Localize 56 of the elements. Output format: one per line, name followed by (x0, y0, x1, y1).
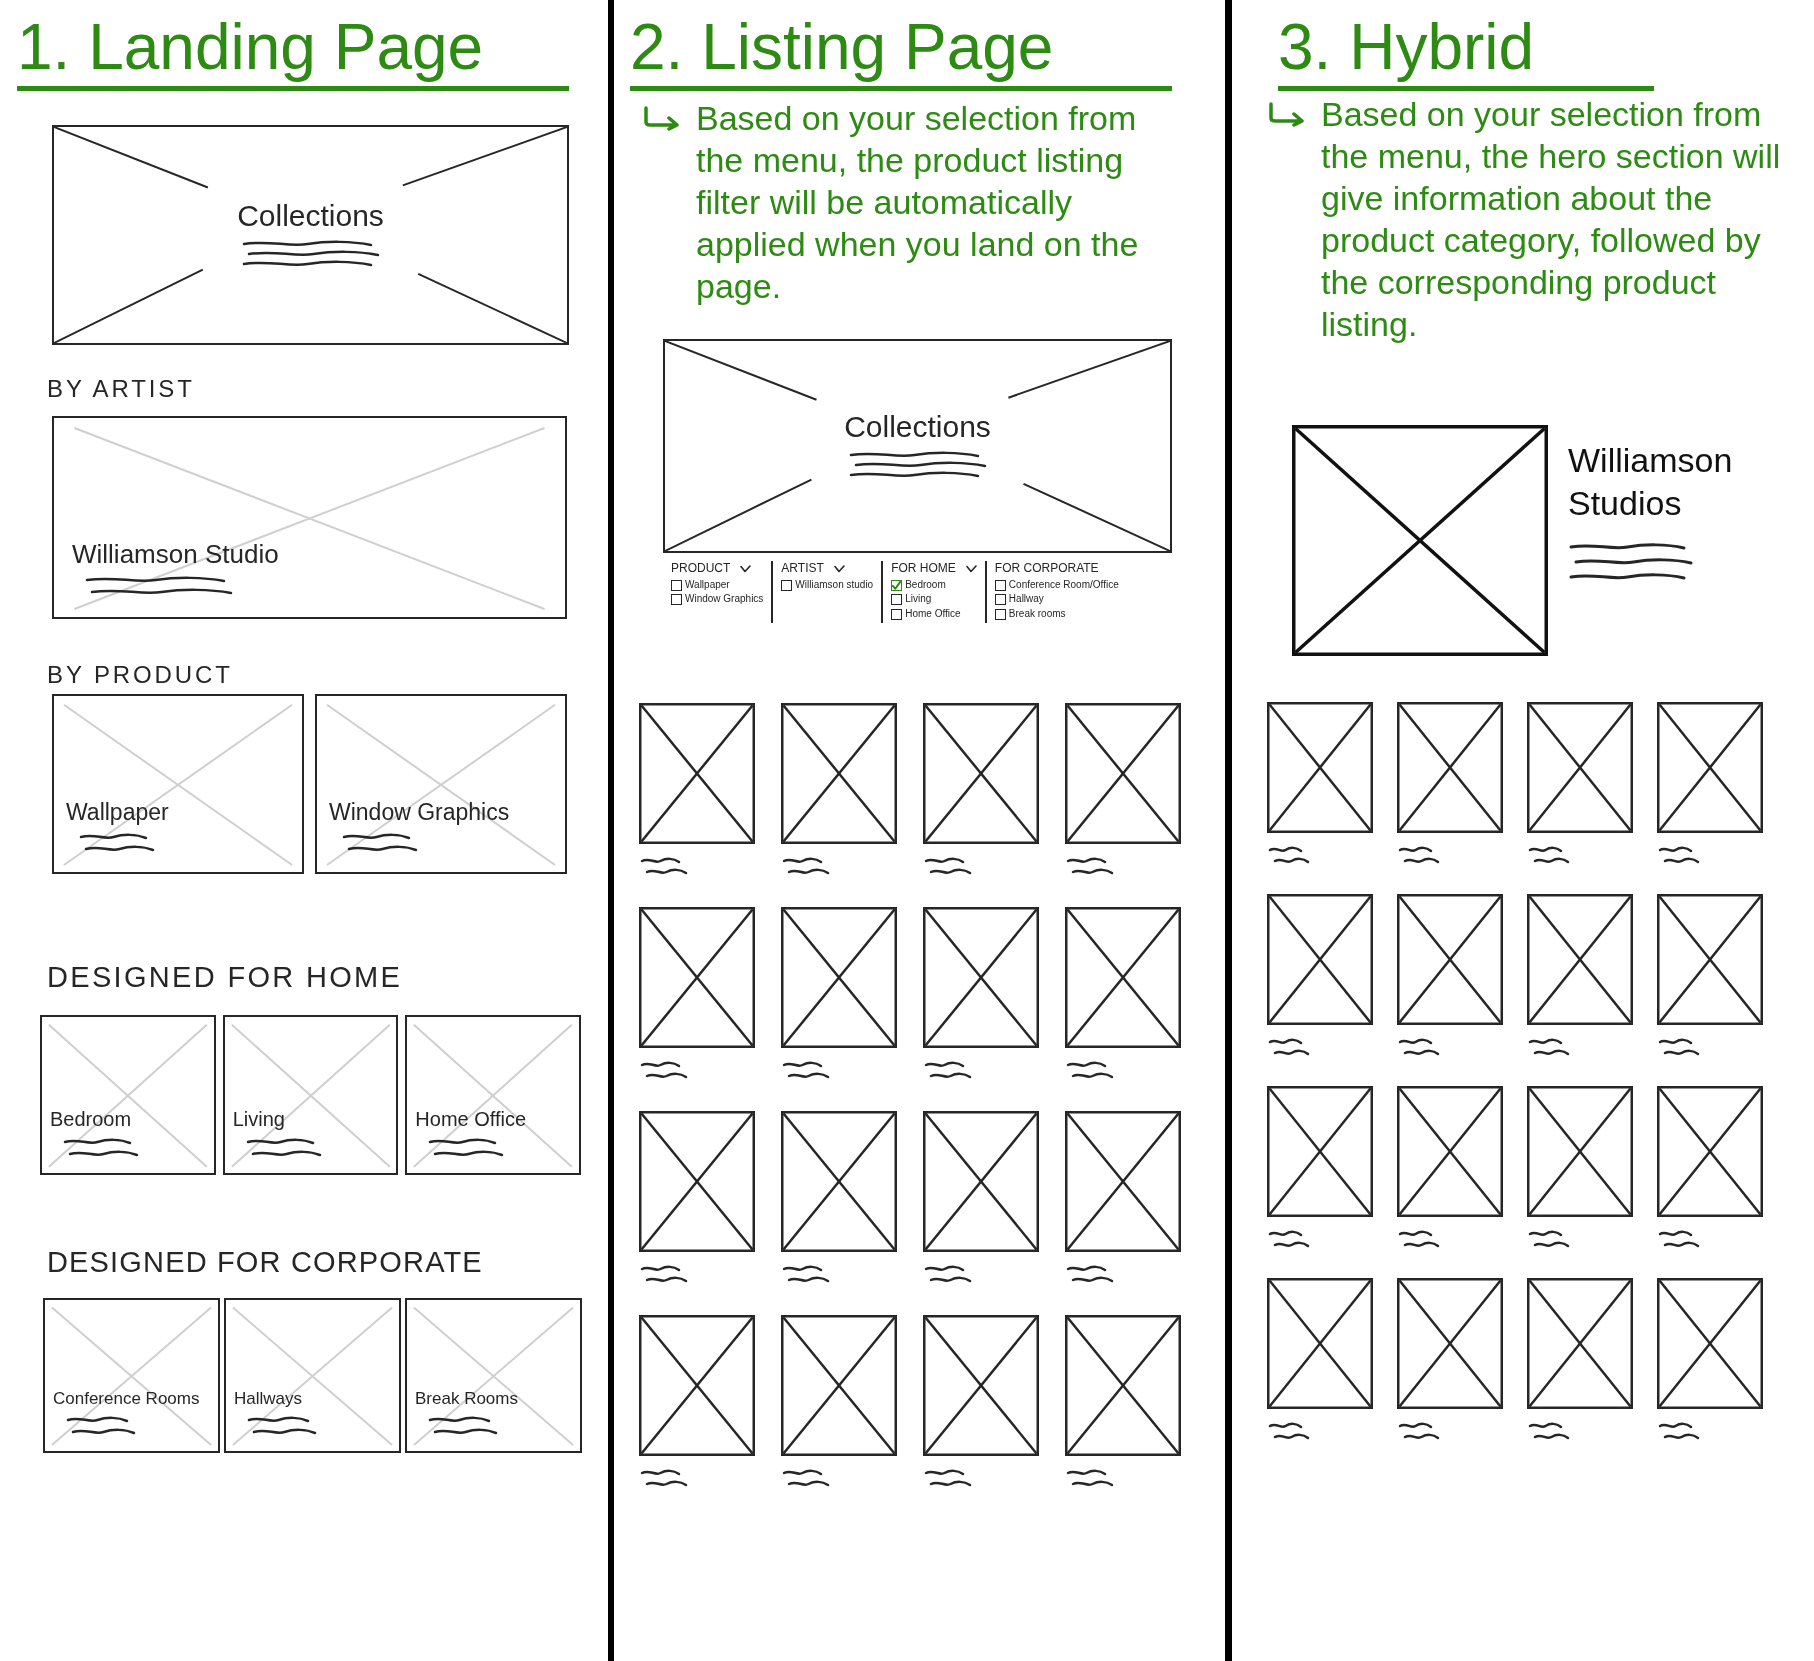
checkbox[interactable] (671, 594, 682, 606)
checkbox[interactable] (891, 594, 903, 606)
squiggle-lines-icon (65, 1414, 137, 1437)
filter-option-label: Conference Room/Office (1008, 579, 1119, 592)
card-label: Home Office (415, 1108, 528, 1129)
hero-label: Collections (844, 412, 991, 443)
filter-heading: FOR CORPORATE (994, 561, 1099, 577)
card-label: Hallways (234, 1389, 304, 1407)
filter-option-label: Home Office (905, 608, 961, 621)
hook-arrow-icon (642, 105, 682, 132)
caret-icon[interactable] (833, 565, 845, 574)
page-title: 3. Hybrid (1278, 12, 1654, 92)
filter-option-label: Window Graphics (685, 593, 764, 606)
caret-icon[interactable] (965, 565, 977, 574)
filter-option-label: Bedroom (905, 579, 946, 592)
filter-heading: FOR HOME (891, 561, 956, 577)
page-title: 1. Landing Page (17, 12, 569, 92)
checkbox[interactable] (781, 579, 793, 591)
squiggle-lines-icon (244, 1136, 323, 1159)
filter-option-label: Living (905, 593, 932, 606)
squiggle-lines-icon (62, 1136, 140, 1159)
hero-label: Collections (237, 201, 384, 232)
filter-heading: ARTIST (781, 561, 824, 577)
filter-option-label: Williamson studio (795, 579, 874, 592)
filter-option-label: Break rooms (1008, 608, 1066, 621)
card-label: Break Rooms (415, 1389, 519, 1407)
checkbox[interactable] (994, 579, 1006, 591)
card-label: Wallpaper (66, 801, 170, 824)
card-label: Williamson Studio (72, 541, 280, 568)
note-text: Based on your selection from the menu, the product listing filter will be automatically applied when you land on the page. (696, 98, 1140, 308)
card-label: Conference Rooms (53, 1389, 201, 1407)
card-label: Living (232, 1108, 286, 1129)
checkbox[interactable] (671, 579, 682, 591)
squiggle-lines-icon (341, 832, 419, 854)
checkbox[interactable] (891, 579, 903, 591)
squiggle-lines-icon (427, 1136, 506, 1159)
section-heading: DESIGNED FOR CORPORATE (47, 1244, 484, 1280)
section-heading: DESIGNED FOR HOME (47, 960, 404, 995)
squiggle-lines-icon (78, 832, 156, 854)
card-label: Bedroom (50, 1108, 133, 1129)
card-label: Window Graphics (329, 801, 511, 824)
filter-option-label: Wallpaper (685, 579, 730, 592)
squiggle-lines-icon (427, 1414, 499, 1437)
hook-arrow-icon (1267, 101, 1307, 128)
hero-title: Williamson Studios (1568, 440, 1734, 524)
filter-heading: PRODUCT (671, 561, 731, 577)
checkbox[interactable] (994, 594, 1006, 606)
page-title: 2. Listing Page (630, 12, 1172, 92)
caret-icon[interactable] (740, 565, 752, 574)
checkbox[interactable] (994, 608, 1006, 620)
note-text: Based on your selection from the menu, the hero section will give information about the product category, followed by the corresponding product listing. (1321, 94, 1782, 346)
checkbox[interactable] (891, 608, 903, 620)
section-heading: BY ARTIST (47, 375, 196, 405)
section-heading: BY PRODUCT (47, 661, 234, 690)
filter-option-label: Hallway (1008, 593, 1044, 606)
squiggle-lines-icon (246, 1414, 318, 1437)
